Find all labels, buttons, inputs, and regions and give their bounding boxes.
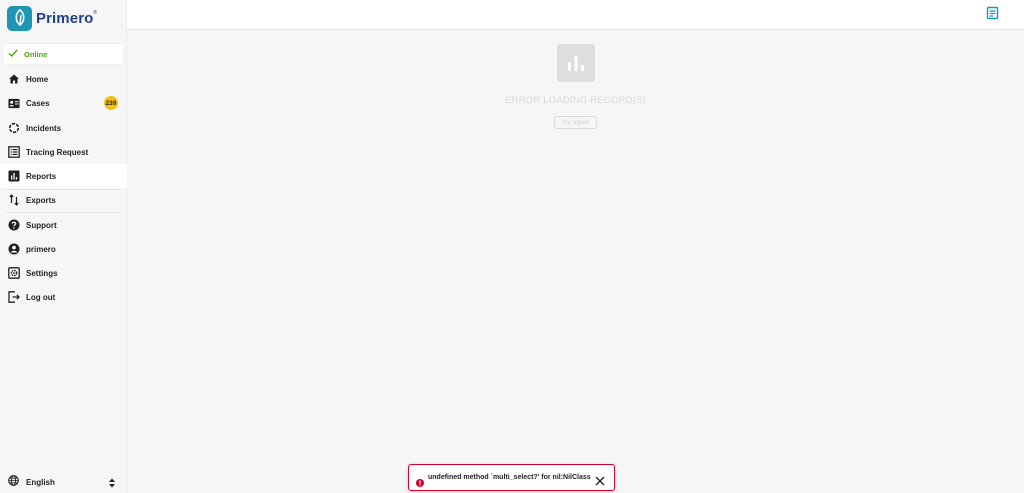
- nav-item-tracing-request[interactable]: Tracing Request: [0, 140, 127, 164]
- list-icon: [8, 146, 20, 158]
- app-name: Primero®: [36, 9, 98, 27]
- nav-label: Support: [26, 220, 57, 230]
- error-toast: undefined method `multi_select?' for nil…: [408, 464, 615, 491]
- nav-item-settings[interactable]: Settings: [0, 261, 127, 285]
- sidebar: Primero® Online Home Cases 239 Incidents…: [0, 0, 127, 493]
- nav-item-exports[interactable]: Exports: [0, 188, 127, 212]
- language-label: English: [26, 477, 55, 487]
- nav-item-support[interactable]: Support: [0, 213, 127, 237]
- bar-chart-icon: [8, 170, 20, 182]
- incidents-icon: [8, 122, 20, 134]
- nav-label: primero: [26, 244, 56, 254]
- cases-card-icon: [8, 97, 20, 109]
- close-icon[interactable]: [595, 473, 605, 486]
- nav-item-account[interactable]: primero: [0, 237, 127, 261]
- nav-item-incidents[interactable]: Incidents: [0, 116, 127, 140]
- nav-label: Exports: [26, 195, 56, 205]
- check-icon: [8, 45, 18, 63]
- nav-label: Log out: [26, 292, 56, 302]
- help-icon: [8, 219, 20, 231]
- nav-label: Cases: [26, 98, 50, 108]
- online-label: Online: [24, 49, 48, 59]
- error-icon: [416, 474, 424, 487]
- nav-label: Reports: [26, 171, 57, 181]
- online-status: Online: [3, 44, 123, 64]
- notes-icon[interactable]: [986, 6, 1000, 20]
- nav-label: Incidents: [26, 123, 62, 133]
- nav-label: Tracing Request: [26, 147, 89, 157]
- nav-item-reports[interactable]: Reports: [0, 164, 127, 188]
- language-select[interactable]: English: [8, 473, 118, 491]
- nav-item-cases[interactable]: Cases 239: [0, 91, 127, 115]
- home-icon: [8, 73, 20, 85]
- error-state: ERROR LOADING RECORD(S) Try again: [127, 44, 1024, 129]
- nav-label: Home: [26, 74, 49, 84]
- nav-label: Settings: [26, 268, 58, 278]
- globe-icon: [8, 473, 19, 491]
- settings-icon: [8, 267, 20, 279]
- bar-chart-icon: [556, 44, 595, 82]
- primero-logo-icon: [7, 5, 32, 31]
- nav-item-logout[interactable]: Log out: [0, 285, 127, 309]
- cases-count-badge: 239: [104, 96, 118, 110]
- sort-arrows-icon: [108, 476, 116, 488]
- toast-message: undefined method `multi_select?' for nil…: [428, 474, 591, 481]
- nav-item-home[interactable]: Home: [0, 67, 127, 91]
- swap-arrows-icon: [8, 194, 20, 206]
- logout-icon: [8, 291, 20, 303]
- top-bar: [127, 0, 1024, 30]
- app-logo[interactable]: Primero®: [7, 5, 97, 31]
- error-title: ERROR LOADING RECORD(S): [505, 95, 646, 106]
- account-icon: [8, 243, 20, 255]
- try-again-button[interactable]: Try again: [554, 116, 597, 129]
